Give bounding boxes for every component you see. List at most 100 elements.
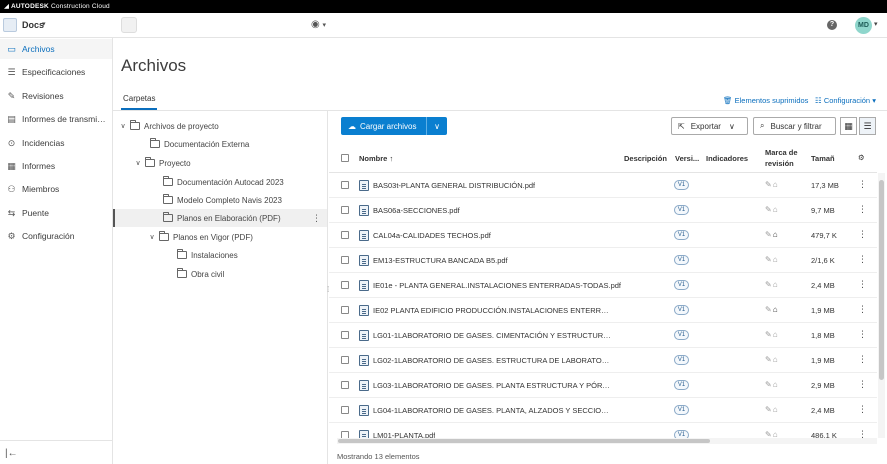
tree-node-documentacion-externa[interactable]: Documentación Externa [113, 135, 327, 153]
table-row[interactable]: IE02 PLANTA EDIFICIO PRODUCCIÓN.INSTALAC… [329, 298, 877, 323]
column-header-version[interactable]: Versi... [675, 154, 699, 163]
row-checkbox[interactable] [341, 306, 349, 314]
docs-app-icon[interactable] [3, 18, 17, 32]
file-name-link[interactable]: LG01-1LABORATORIO DE GASES. CIMENTACIÓN … [373, 331, 613, 340]
tree-node-instalaciones[interactable]: Instalaciones [113, 246, 327, 264]
more-options-icon[interactable]: ⋮ [858, 179, 867, 190]
file-name-link[interactable]: IE01e - PLANTA GENERAL.INSTALACIONES ENT… [373, 281, 621, 290]
chevron-down-icon[interactable]: ∨ [118, 122, 128, 130]
chevron-down-icon[interactable]: ▾ [874, 20, 878, 28]
table-row[interactable]: LG02-1LABORATORIO DE GASES. ESTRUCTURA D… [329, 348, 877, 373]
revision-mark-icons[interactable]: ✎⌂ [765, 205, 779, 214]
revision-mark-icons[interactable]: ✎⌂ [765, 180, 779, 189]
chevron-down-icon[interactable]: ∨ [147, 233, 157, 241]
row-checkbox[interactable] [341, 406, 349, 414]
version-badge[interactable]: V1 [674, 230, 689, 240]
revision-mark-icons[interactable]: ✎⌂ [765, 405, 779, 414]
avatar[interactable]: MD [855, 17, 872, 34]
globe-icon[interactable]: ◉ ▾ [311, 19, 326, 30]
chevron-down-icon[interactable]: ∨ [133, 159, 143, 167]
table-row[interactable]: BAS06a-SECCIONES.pdf V1 ✎⌂ 9,7 MB ⋮ [329, 198, 877, 223]
more-options-icon[interactable]: ⋮ [312, 213, 321, 224]
table-row[interactable]: EM13-ESTRUCTURA BANCADA B5.pdf V1 ✎⌂ 2/1… [329, 248, 877, 273]
app-switcher-label[interactable]: Docs [22, 20, 44, 30]
version-badge[interactable]: V1 [674, 280, 689, 290]
collapse-sidebar-icon[interactable]: |← [5, 448, 18, 459]
version-badge[interactable]: V1 [674, 355, 689, 365]
revision-mark-icons[interactable]: ✎⌂ [765, 355, 779, 364]
file-name-link[interactable]: LG04-1LABORATORIO DE GASES. PLANTA, ALZA… [373, 406, 613, 415]
more-options-icon[interactable]: ⋮ [858, 279, 867, 290]
row-checkbox[interactable] [341, 206, 349, 214]
more-options-icon[interactable]: ⋮ [858, 329, 867, 340]
sidebar-item-informes-transmision[interactable]: ▤ Informes de transmisi... [0, 109, 112, 129]
sidebar-item-configuracion[interactable]: ⚙ Configuración [0, 226, 112, 246]
version-badge[interactable]: V1 [674, 255, 689, 265]
sidebar-item-informes[interactable]: ▦ Informes [0, 156, 112, 176]
revision-mark-icons[interactable]: ✎⌂ [765, 380, 779, 389]
more-options-icon[interactable]: ⋮ [858, 354, 867, 365]
revision-mark-icons[interactable]: ✎⌂ [765, 280, 779, 289]
file-name-link[interactable]: IE02 PLANTA EDIFICIO PRODUCCIÓN.INSTALAC… [373, 306, 613, 315]
more-options-icon[interactable]: ⋮ [858, 229, 867, 240]
chevron-down-icon[interactable]: ▾ [42, 20, 46, 28]
sidebar-item-revisiones[interactable]: ✎ Revisiones [0, 86, 112, 106]
row-checkbox[interactable] [341, 356, 349, 364]
row-checkbox[interactable] [341, 331, 349, 339]
row-checkbox[interactable] [341, 181, 349, 189]
project-icon[interactable] [121, 17, 137, 33]
more-options-icon[interactable]: ⋮ [858, 254, 867, 265]
row-checkbox[interactable] [341, 381, 349, 389]
column-header-revision-mark-line1[interactable]: Marca de [765, 148, 798, 157]
more-options-icon[interactable]: ⋮ [858, 404, 867, 415]
version-badge[interactable]: V1 [674, 205, 689, 215]
file-name-link[interactable]: CAL04a-CALIDADES TECHOS.pdf [373, 231, 491, 240]
file-name-link[interactable]: EM13-ESTRUCTURA BANCADA B5.pdf [373, 256, 508, 265]
tree-node-proyecto[interactable]: ∨ Proyecto [113, 154, 327, 172]
more-options-icon[interactable]: ⋮ [858, 379, 867, 390]
horizontal-scrollbar-thumb[interactable] [338, 439, 710, 443]
column-header-indicators[interactable]: Indicadores [706, 154, 748, 163]
version-badge[interactable]: V1 [674, 305, 689, 315]
tree-node-archivos-de-proyecto[interactable]: ∨ Archivos de proyecto [113, 117, 327, 135]
tree-node-obra-civil[interactable]: Obra civil [113, 265, 327, 283]
column-header-description[interactable]: Descripción [624, 154, 667, 163]
revision-mark-icons[interactable]: ✎⌂ [765, 255, 779, 264]
file-name-link[interactable]: BAS03t-PLANTA GENERAL DISTRIBUCIÓN.pdf [373, 181, 535, 190]
export-button[interactable]: ⇱ Exportar ∨ [671, 117, 748, 135]
sidebar-item-incidencias[interactable]: ⊙ Incidencias [0, 133, 112, 153]
column-header-size[interactable]: Tamañ [811, 154, 835, 163]
column-header-name[interactable]: Nombre ↑ [359, 154, 393, 163]
sidebar-item-archivos[interactable]: ▭ Archivos [0, 39, 112, 59]
deleted-items-link[interactable]: 🗑︎ Elementos suprimidos [723, 96, 808, 105]
revision-mark-icons[interactable]: ✎⌂ [765, 305, 779, 314]
row-checkbox[interactable] [341, 231, 349, 239]
revision-mark-icons[interactable]: ✎⌂ [765, 330, 779, 339]
help-icon[interactable]: ? [827, 20, 837, 30]
more-options-icon[interactable]: ⋮ [858, 204, 867, 215]
vertical-scrollbar-thumb[interactable] [879, 180, 884, 380]
file-name-link[interactable]: LG03-1LABORATORIO DE GASES. PLANTA ESTRU… [373, 381, 613, 390]
list-view-button[interactable]: ☰ [859, 117, 876, 135]
upload-options-button[interactable]: ∨ [427, 122, 447, 131]
sidebar-item-especificaciones[interactable]: ☰ Especificaciones [0, 62, 112, 82]
row-checkbox[interactable] [341, 281, 349, 289]
table-row[interactable]: LG01-1LABORATORIO DE GASES. CIMENTACIÓN … [329, 323, 877, 348]
tree-node-planos-vigor[interactable]: ∨ Planos en Vigor (PDF) [113, 228, 327, 246]
search-filter-button[interactable]: ⌕ Buscar y filtrar [753, 117, 836, 135]
revision-mark-icons[interactable]: ✎⌂ [765, 230, 779, 239]
select-all-checkbox[interactable] [341, 154, 349, 162]
tab-carpetas[interactable]: Carpetas [121, 94, 158, 110]
row-checkbox[interactable] [341, 256, 349, 264]
upload-files-button[interactable]: ☁ Cargar archivos [341, 117, 427, 135]
tree-node-modelo-navis[interactable]: Modelo Completo Navis 2023 [113, 191, 327, 209]
file-name-link[interactable]: LG02-1LABORATORIO DE GASES. ESTRUCTURA D… [373, 356, 613, 365]
grid-view-button[interactable]: ▦ [840, 117, 857, 135]
column-header-revision-mark-line2[interactable]: revisión [765, 159, 794, 168]
version-badge[interactable]: V1 [674, 330, 689, 340]
sidebar-item-miembros[interactable]: ⚇ Miembros [0, 179, 112, 199]
settings-link[interactable]: ☷ Configuración ▾ [815, 96, 876, 105]
sidebar-item-puente[interactable]: ⇆ Puente [0, 203, 112, 223]
table-row[interactable]: LG03-1LABORATORIO DE GASES. PLANTA ESTRU… [329, 373, 877, 398]
version-badge[interactable]: V1 [674, 180, 689, 190]
